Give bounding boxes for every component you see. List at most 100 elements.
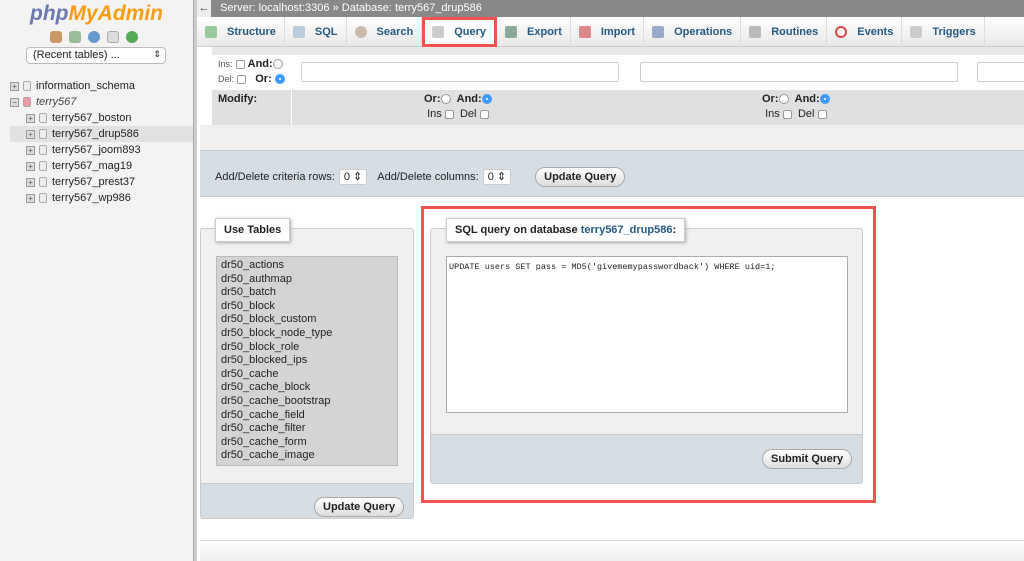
tree-item-db[interactable]: + terry567_joom893 <box>10 142 193 158</box>
modify-or-radio[interactable] <box>440 94 451 105</box>
database-icon <box>39 113 47 123</box>
table-option[interactable]: dr50_blocked_ips <box>221 354 393 368</box>
table-option[interactable]: dr50_cache_image <box>221 449 393 463</box>
table-option[interactable]: dr50_cache_filter <box>221 422 393 436</box>
database-icon <box>23 81 31 91</box>
modify-and-radio[interactable] <box>481 94 492 105</box>
database-icon <box>39 193 47 203</box>
modify-ins-checkbox[interactable] <box>444 109 454 119</box>
table-option[interactable]: dr50_block_node_type <box>221 327 393 341</box>
table-option[interactable]: dr50_batch <box>221 286 393 300</box>
del-checkbox[interactable] <box>237 74 247 84</box>
export-icon <box>505 26 518 38</box>
reload-icon[interactable] <box>126 31 138 43</box>
expand-icon[interactable]: + <box>26 113 35 123</box>
or-radio[interactable] <box>274 74 285 85</box>
modify-ins-checkbox[interactable] <box>782 109 792 119</box>
collapse-icon[interactable]: − <box>10 97 19 107</box>
table-option[interactable]: dr50_actions <box>221 259 393 273</box>
recent-tables-select[interactable]: (Recent tables) ... ⇕ <box>26 47 166 64</box>
tab-routines[interactable]: Routines <box>741 17 828 47</box>
breadcrumb-server[interactable]: Server: localhost:3306 <box>220 2 329 14</box>
breadcrumb: ← Server: localhost:3306 » Database: ter… <box>197 0 1024 17</box>
tab-structure[interactable]: Structure <box>197 17 285 47</box>
collapse-sidebar-icon[interactable]: ← <box>197 0 211 17</box>
expand-icon[interactable]: + <box>26 129 35 139</box>
sql-icon <box>292 26 305 38</box>
routines-icon <box>749 26 762 38</box>
import-icon <box>578 26 591 38</box>
ins-checkbox[interactable] <box>235 59 245 69</box>
tree-item-db[interactable]: + terry567_mag19 <box>10 158 193 174</box>
modify-or-radio[interactable] <box>778 94 789 105</box>
modify-del-checkbox[interactable] <box>479 109 489 119</box>
logout-icon[interactable] <box>69 31 81 43</box>
criteria-input-2[interactable] <box>640 62 958 82</box>
tab-triggers[interactable]: Triggers <box>902 17 985 47</box>
use-tables-legend: Use Tables <box>215 218 291 242</box>
update-query-button-2[interactable]: Update Query <box>314 497 405 517</box>
expand-icon[interactable]: + <box>26 145 35 155</box>
phpmyadmin-logo[interactable]: phpMyAdmin <box>30 2 163 26</box>
table-option[interactable]: dr50_authmap <box>221 273 393 287</box>
tab-sql[interactable]: SQL <box>285 17 347 47</box>
criteria-row: Ins: And: Del: Or: <box>212 55 1024 90</box>
database-icon <box>432 26 445 38</box>
database-icon <box>39 129 47 139</box>
tab-events[interactable]: Events <box>827 17 903 47</box>
tree-item-db[interactable]: + terry567_boston <box>10 110 193 126</box>
expand-icon[interactable]: + <box>26 177 35 187</box>
criteria-input-3[interactable] <box>977 62 1024 82</box>
tab-operations[interactable]: Operations <box>644 17 742 47</box>
navigation-sidebar: phpMyAdmin (Recent tables) ... ⇕ + informa… <box>0 0 193 561</box>
table-option[interactable]: dr50_cache_form <box>221 436 393 450</box>
tree-item-terry567[interactable]: − terry567 <box>10 94 193 110</box>
clock-icon <box>835 26 848 38</box>
home-icon[interactable] <box>50 31 62 43</box>
tree-item-db-selected[interactable]: + terry567_drup586 <box>10 126 193 142</box>
table-option[interactable]: dr50_cache_block <box>221 381 393 395</box>
criteria-rows-select[interactable]: 0 ⇕ <box>338 169 368 185</box>
database-icon <box>39 161 47 171</box>
structure-icon <box>205 26 217 38</box>
table-option[interactable]: dr50_cache_bootstrap <box>221 395 393 409</box>
tab-query[interactable]: Query <box>422 17 498 47</box>
sidebar-resize-handle[interactable] <box>193 0 197 561</box>
tree-item-db[interactable]: + terry567_prest37 <box>10 174 193 190</box>
update-query-button[interactable]: Update Query <box>535 167 626 187</box>
search-icon <box>354 26 367 38</box>
database-tree: + information_schema − terry567 + terry567_… <box>10 78 193 206</box>
columns-select[interactable]: 0 ⇕ <box>482 169 512 185</box>
help-icon[interactable] <box>88 31 100 43</box>
triggers-icon <box>910 26 923 38</box>
table-option[interactable]: dr50_block <box>221 300 393 314</box>
modify-del-checkbox[interactable] <box>817 109 827 119</box>
expand-icon[interactable]: + <box>10 81 19 91</box>
modify-and-radio[interactable] <box>819 94 830 105</box>
and-radio[interactable] <box>272 59 283 70</box>
docs-icon[interactable] <box>107 31 119 43</box>
table-option[interactable]: dr50_cache <box>221 368 393 382</box>
table-option[interactable]: dr50_block_role <box>221 341 393 355</box>
tree-item-information-schema[interactable]: + information_schema <box>10 78 193 94</box>
tree-item-db[interactable]: + terry567_wp986 <box>10 190 193 206</box>
highlight-box <box>421 206 876 503</box>
tab-export[interactable]: Export <box>497 17 571 47</box>
criteria-input-1[interactable] <box>301 62 619 82</box>
breadcrumb-database[interactable]: Database: terry567_drup586 <box>342 2 482 14</box>
tables-listbox[interactable]: dr50_actions dr50_authmap dr50_batch dr50_b… <box>216 256 398 466</box>
expand-icon[interactable]: + <box>26 193 35 203</box>
modify-row: Modify: Or: And: Ins Del Or: And: Ins De… <box>212 90 1024 125</box>
tab-bar: Structure SQL Search Query Export Import… <box>197 17 1024 47</box>
database-group-icon <box>23 97 31 107</box>
tab-search[interactable]: Search <box>347 17 423 47</box>
tab-import[interactable]: Import <box>571 17 645 47</box>
table-option[interactable]: dr50_cache_field <box>221 409 393 423</box>
select-arrows-icon: ⇕ <box>153 49 161 59</box>
expand-icon[interactable]: + <box>26 161 35 171</box>
database-icon <box>39 177 47 187</box>
add-delete-bar: Add/Delete criteria rows: 0 ⇕ Add/Delete… <box>200 150 1024 197</box>
table-option[interactable]: dr50_block_custom <box>221 313 393 327</box>
wrench-icon <box>652 26 665 38</box>
database-icon <box>39 145 47 155</box>
